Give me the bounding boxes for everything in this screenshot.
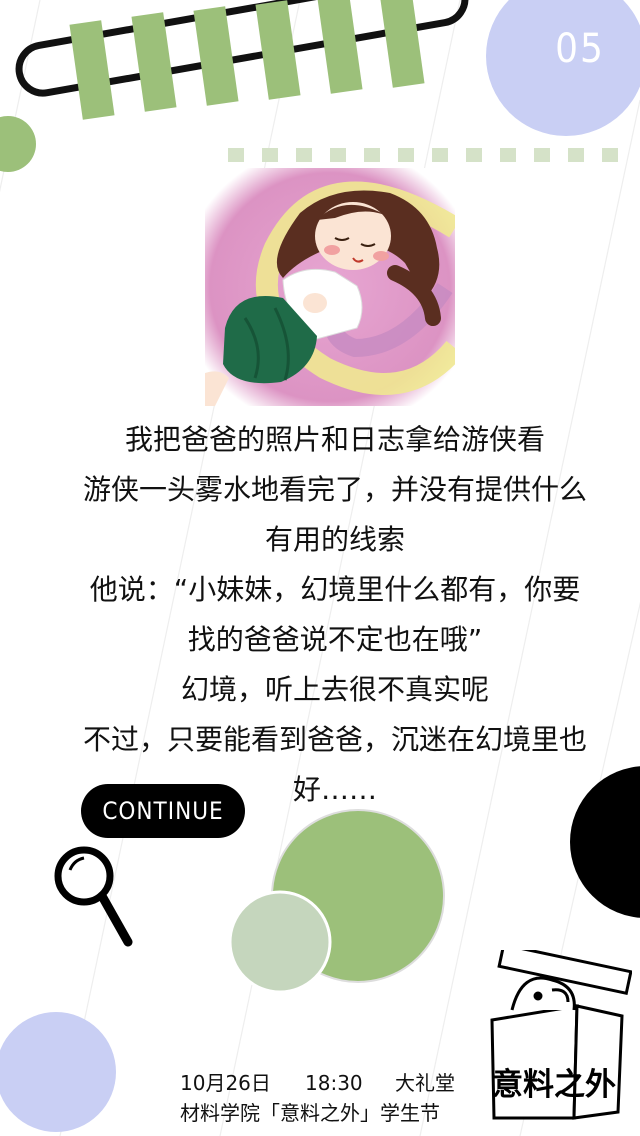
girl-illustration	[205, 168, 455, 406]
event-date: 10月26日	[180, 1071, 271, 1095]
magnifier-icon	[54, 846, 133, 947]
story-line: 他说：“小妹妹，幻境里什么都有，你要	[89, 573, 581, 606]
story-line: 找的爸爸说不定也在哦”	[187, 623, 483, 656]
story-line: 不过，只要能看到爸爸，沉迷在幻境里也	[82, 723, 587, 756]
event-logo: 意料之外	[490, 950, 632, 1120]
continue-button[interactable]: CONTINUE	[81, 784, 245, 838]
story-line: 游侠一头雾水地看完了，并没有提供什么	[82, 473, 587, 506]
event-host: 材料学院「意料之外」学生节	[180, 1101, 440, 1125]
story-line: 幻境，听上去很不真实呢	[180, 673, 489, 706]
event-venue: 大礼堂	[395, 1071, 455, 1095]
event-time: 18:30	[305, 1071, 363, 1095]
story-line: 有用的线索	[264, 523, 405, 556]
dotted-divider	[228, 148, 618, 162]
story-line: 我把爸爸的照片和日志拿给游侠看	[124, 423, 545, 456]
logo-text: 意料之外	[492, 1067, 616, 1103]
page-number: 05	[555, 26, 605, 72]
green-semicircle-left	[0, 116, 36, 172]
event-schedule: 10月26日 18:30 大礼堂	[180, 1068, 480, 1098]
event-info: 10月26日 18:30 大礼堂 材料学院「意料之外」学生节	[180, 1068, 480, 1128]
page: 05 我把爸爸的照片和日志拿给游侠看 游侠一头雾水地看完了，并没有提供什么 有用…	[0, 0, 640, 1136]
pale-green-circle	[228, 890, 332, 994]
lavender-circle-bottom-left	[0, 1012, 116, 1132]
story-text: 我把爸爸的照片和日志拿给游侠看 游侠一头雾水地看完了，并没有提供什么 有用的线索…	[70, 415, 600, 815]
